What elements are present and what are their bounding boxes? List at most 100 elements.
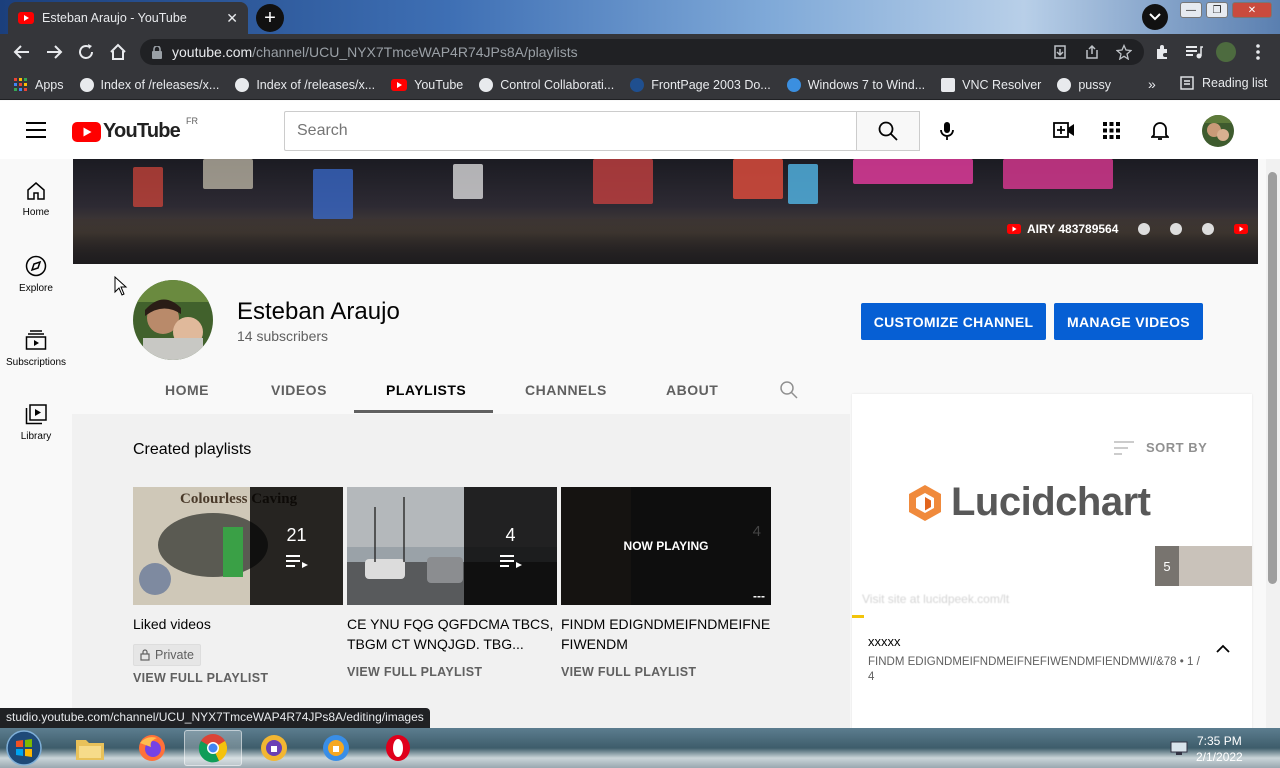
search-button[interactable] <box>856 111 920 151</box>
bookmark-star-icon[interactable] <box>1116 44 1132 60</box>
taskbar-explorer[interactable] <box>68 730 112 766</box>
bookmark-item[interactable]: YouTube <box>391 78 463 92</box>
view-full-playlist-link[interactable]: VIEW FULL PLAYLIST <box>561 665 696 679</box>
collapse-button[interactable] <box>1216 644 1230 653</box>
sort-by-button[interactable]: SORT BY <box>1114 440 1207 455</box>
close-tab-icon[interactable]: ✕ <box>226 10 238 27</box>
reload-icon[interactable] <box>76 42 96 62</box>
tab-about[interactable]: ABOUT <box>666 382 718 398</box>
taskbar-chrome[interactable] <box>184 730 242 766</box>
minimize-button[interactable]: — <box>1180 2 1202 18</box>
reading-list-button[interactable]: Reading list <box>1180 76 1267 90</box>
tab-search-button[interactable] <box>1142 4 1168 30</box>
more-bookmarks-button[interactable]: » <box>1148 76 1156 92</box>
folder-icon <box>75 735 105 761</box>
bookmark-item[interactable]: Windows 7 to Wind... <box>786 77 925 92</box>
tab-home[interactable]: HOME <box>165 382 209 398</box>
bookmark-item[interactable]: Index of /releases/x... <box>235 77 376 92</box>
system-clock[interactable]: 7:35 PM 2/1/2022 <box>1196 733 1243 765</box>
account-avatar[interactable] <box>1202 115 1234 147</box>
extensions-icon[interactable] <box>1152 42 1172 62</box>
forward-icon[interactable] <box>44 42 64 62</box>
new-tab-button[interactable]: + <box>256 4 284 32</box>
install-app-icon[interactable] <box>1052 44 1068 60</box>
playlist-thumbnail[interactable]: NOW PLAYING 4 --- <box>561 487 771 605</box>
youtube-favicon-icon <box>18 12 34 24</box>
sidenav-label: Home <box>22 207 50 218</box>
view-full-playlist-link[interactable]: VIEW FULL PLAYLIST <box>347 665 482 679</box>
playlist-thumbnail[interactable]: 4 <box>347 487 557 605</box>
search-input[interactable] <box>284 111 857 151</box>
guide-menu-icon[interactable] <box>26 122 46 138</box>
banner-link-icon[interactable] <box>1170 223 1183 235</box>
bookmark-label: Index of /releases/x... <box>256 77 376 92</box>
banner-link-label[interactable]: AIRY 483789564 <box>1027 222 1118 236</box>
chrome-icon <box>198 733 228 763</box>
create-video-button[interactable] <box>1053 122 1075 138</box>
back-icon[interactable] <box>12 42 32 62</box>
ad-logo[interactable]: Lucidchart <box>907 480 1151 525</box>
tab-videos[interactable]: VIDEOS <box>271 382 327 398</box>
taskbar-app[interactable] <box>314 730 358 766</box>
voice-search-button[interactable] <box>940 121 954 141</box>
page-icon <box>630 77 645 92</box>
home-icon[interactable] <box>108 42 128 62</box>
faded-ad-text: Visit site at lucidpeek.com/lt <box>862 592 1010 606</box>
sort-by-label: SORT BY <box>1146 440 1208 455</box>
apps-button[interactable] <box>1103 122 1120 139</box>
active-tab-indicator <box>354 410 493 413</box>
customize-channel-button[interactable]: CUSTOMIZE CHANNEL <box>861 303 1046 340</box>
playlist-title[interactable]: CE YNU FQG QGFDCMA TBCS, TBGM CT WNQJGD.… <box>347 614 567 654</box>
taskbar-app[interactable] <box>252 730 296 766</box>
ad-brand: Lucidchart <box>951 480 1151 524</box>
sidenav-explore[interactable]: Explore <box>0 255 72 294</box>
media-queue-icon[interactable] <box>1184 42 1204 62</box>
link-status-bubble: studio.youtube.com/channel/UCU_NYX7TmceW… <box>0 708 430 728</box>
start-button[interactable] <box>6 730 42 766</box>
notifications-button[interactable] <box>1151 120 1169 141</box>
youtube-logo[interactable]: YouTube FR <box>72 116 198 143</box>
video-count: 4 <box>752 523 761 540</box>
taskbar-firefox[interactable] <box>130 730 174 766</box>
sidenav-library[interactable]: Library <box>0 403 72 442</box>
address-bar[interactable]: youtube.com/channel/UCU_NYX7TmceWAP4R74J… <box>140 39 1144 65</box>
taskbar-opera[interactable] <box>376 730 420 766</box>
bookmark-item[interactable]: pussy <box>1057 77 1111 92</box>
globe-icon <box>1057 77 1072 92</box>
lock-browser-icon <box>259 733 289 763</box>
network-tray-icon[interactable] <box>1170 740 1188 756</box>
now-playing-overlay: NOW PLAYING <box>561 487 771 605</box>
bookmark-item[interactable]: FrontPage 2003 Do... <box>630 77 771 92</box>
sidenav-subscriptions[interactable]: Subscriptions <box>0 329 72 368</box>
lock-browser-icon <box>321 733 351 763</box>
sidenav-home[interactable]: Home <box>0 181 72 218</box>
chrome-menu-icon[interactable] <box>1248 42 1268 62</box>
bookmark-item[interactable]: VNC Resolver <box>941 77 1041 92</box>
browser-tab[interactable]: Esteban Araujo - YouTube ✕ <box>8 2 248 34</box>
view-full-playlist-link[interactable]: VIEW FULL PLAYLIST <box>133 671 268 685</box>
tab-channels[interactable]: CHANNELS <box>525 382 607 398</box>
progress-marker <box>852 615 864 618</box>
bookmark-item[interactable]: Control Collaborati... <box>479 77 615 92</box>
bookmark-label: pussy <box>1078 77 1111 92</box>
youtube-icon[interactable] <box>1234 224 1249 234</box>
channel-search-button[interactable] <box>780 381 798 399</box>
channel-avatar[interactable] <box>133 280 213 360</box>
bookmark-item[interactable]: Index of /releases/x... <box>79 77 219 92</box>
scrollbar-thumb[interactable] <box>1268 172 1277 584</box>
maximize-button[interactable]: ❐ <box>1206 2 1228 18</box>
bookmark-label: Control Collaborati... <box>500 77 615 92</box>
playlist-thumbnail-liked[interactable]: Colourless Caving 21 <box>133 487 343 605</box>
manage-videos-button[interactable]: MANAGE VIDEOS <box>1054 303 1203 340</box>
banner-link-icon[interactable] <box>1138 223 1151 235</box>
banner-link-icon[interactable] <box>1202 223 1215 235</box>
bookmark-apps[interactable]: Apps <box>14 77 64 92</box>
profile-avatar[interactable] <box>1216 42 1236 62</box>
close-window-button[interactable]: ✕ <box>1232 2 1272 18</box>
share-icon[interactable] <box>1084 44 1100 60</box>
playlist-title[interactable]: Liked videos <box>133 614 353 634</box>
queue-thumbnail[interactable]: 5 <box>1155 546 1252 586</box>
tab-playlists[interactable]: PLAYLISTS <box>386 382 466 398</box>
queue-item-title[interactable]: xxxxx <box>868 634 901 649</box>
playlist-title[interactable]: FINDM EDIGNDMEIFNDMEIFNEFIWENDM <box>561 614 771 654</box>
